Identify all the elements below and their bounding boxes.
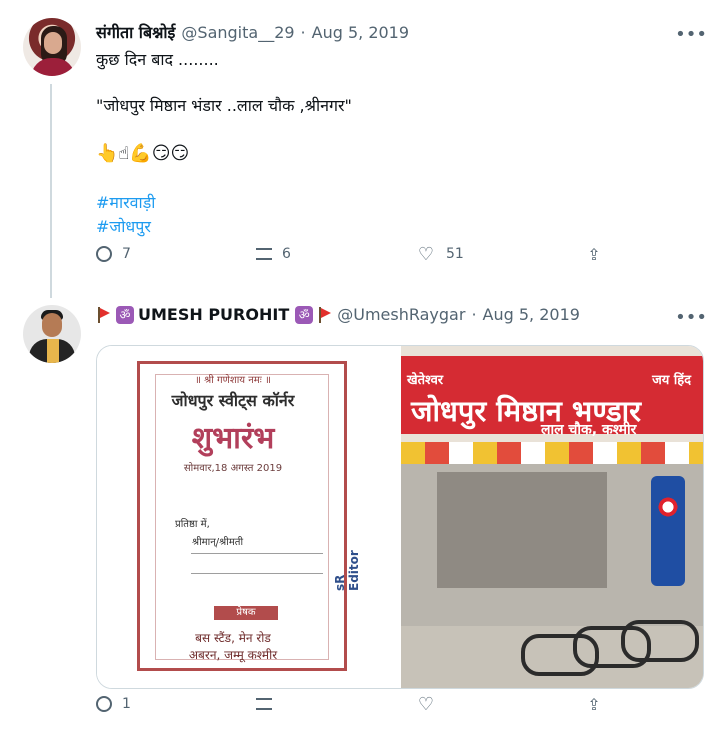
shop-sign-right-text: जय हिंद	[652, 373, 691, 388]
card-top-text: ॥ श्री गणेशाय नमः ॥	[195, 375, 271, 386]
tweet-header: संगीता बिश्नोई @Sangita__29 · Aug 5, 201…	[96, 21, 683, 43]
avatar-shirt	[31, 58, 75, 76]
share-button[interactable]: ⇪	[584, 694, 614, 714]
like-button[interactable]: ♡	[416, 693, 446, 715]
reply-icon	[96, 246, 112, 262]
reply-button[interactable]: 7	[96, 246, 131, 262]
card-title: जोधपुर स्वीट्स कॉर्नर	[171, 391, 295, 410]
shop-sign: खेतेश्वर जय हिंद जोधपुर मिष्ठान भण्डार ल…	[401, 356, 703, 438]
like-icon: ♡	[417, 243, 435, 265]
like-icon: ♡	[417, 693, 435, 715]
pepsi-fridge	[651, 476, 685, 586]
motorcycles	[521, 586, 699, 676]
retweet-button[interactable]	[256, 698, 282, 710]
card-editor-watermark: sR Editor	[333, 550, 361, 591]
hashtag-link[interactable]: #मारवाड़ी	[96, 191, 155, 213]
shop-interior	[437, 472, 607, 588]
share-button[interactable]: ⇪	[584, 244, 614, 264]
separator-dot: ·	[471, 305, 477, 324]
avatar-face	[44, 32, 62, 54]
shop-sign-sub-text: लाल चौक, कश्मीर	[541, 422, 637, 438]
reply-count: 7	[122, 246, 131, 262]
tweet-date[interactable]: Aug 5, 2019	[312, 23, 409, 42]
shop-photo-image[interactable]: खेतेश्वर जय हिंद जोधपुर मिष्ठान भण्डार ल…	[401, 346, 703, 688]
card-address-line-2: अबरन, जम्मू कश्मीर	[188, 648, 278, 662]
invitation-card-image[interactable]: ॥ श्री गणेशाय नमः ॥ जोधपुर स्वीट्स कॉर्न…	[97, 346, 369, 688]
retweet-icon	[256, 248, 272, 260]
like-count: 51	[446, 246, 464, 262]
flag-icon	[317, 306, 333, 323]
tweet-text-line-1: कुछ दिन बाद ........	[96, 50, 219, 69]
card-label-2: श्रीमान्/श्रीमती	[192, 537, 244, 548]
card-subtitle: शुभारंभ	[191, 421, 275, 456]
avatar-face	[42, 313, 62, 337]
author-handle[interactable]: @UmeshRaygar	[337, 305, 465, 324]
tweet-emojis: 👆☝💪😏😏	[96, 143, 190, 164]
tweet-media[interactable]: ॥ श्री गणेशाय नमः ॥ जोधपुर स्वीट्स कॉर्न…	[96, 345, 704, 689]
motorcycle	[621, 620, 699, 662]
like-button[interactable]: ♡ 51	[416, 243, 464, 265]
card-line-1	[191, 553, 323, 554]
retweet-button[interactable]: 6	[256, 246, 291, 262]
share-icon: ⇪	[587, 244, 601, 264]
author-handle[interactable]: @Sangita__29	[181, 23, 294, 42]
more-options-button[interactable]: •••	[675, 24, 707, 45]
tweet-date[interactable]: Aug 5, 2019	[483, 305, 580, 324]
om-icon: ॐ	[295, 305, 314, 324]
avatar[interactable]	[23, 18, 81, 76]
more-options-button[interactable]: •••	[675, 307, 707, 328]
author-name[interactable]: UMESH PUROHIT	[138, 305, 289, 324]
avatar-scarf	[47, 339, 59, 363]
reply-count: 1	[122, 696, 131, 712]
avatar[interactable]	[23, 305, 81, 363]
thread-line	[50, 84, 52, 298]
card-date: सोमवार,18 अगस्त 2019	[183, 463, 283, 474]
share-icon: ⇪	[587, 694, 601, 714]
retweet-icon	[256, 698, 272, 710]
card-prashak-label: प्रेषक	[214, 606, 278, 620]
reply-icon	[96, 696, 112, 712]
flag-icon	[96, 306, 112, 323]
reply-button[interactable]: 1	[96, 696, 131, 712]
separator-dot: ·	[300, 22, 306, 42]
tweet-header: ॐ UMESH PUROHIT ॐ @UmeshRaygar · Aug 5, …	[96, 305, 683, 324]
shop-sign-left-text: खेतेश्वर	[407, 373, 444, 388]
card-line-2	[191, 573, 323, 574]
card-label-1: प्रतिष्ठा में,	[175, 519, 210, 530]
tweet-1: संगीता बिश्नोई @Sangita__29 · Aug 5, 201…	[0, 0, 723, 298]
card-address-line-1: बस स्टैंड, मेन रोड	[195, 631, 271, 645]
shop-awning	[401, 442, 703, 464]
om-icon: ॐ	[116, 305, 134, 324]
tweet-text-line-2: "जोधपुर मिष्ठान भंडार ..लाल चौक ,श्रीनगर…	[96, 96, 352, 115]
hashtag-link[interactable]: #जोधपुर	[96, 215, 151, 237]
retweet-count: 6	[282, 246, 291, 262]
author-name[interactable]: संगीता बिश्नोई	[96, 21, 175, 43]
